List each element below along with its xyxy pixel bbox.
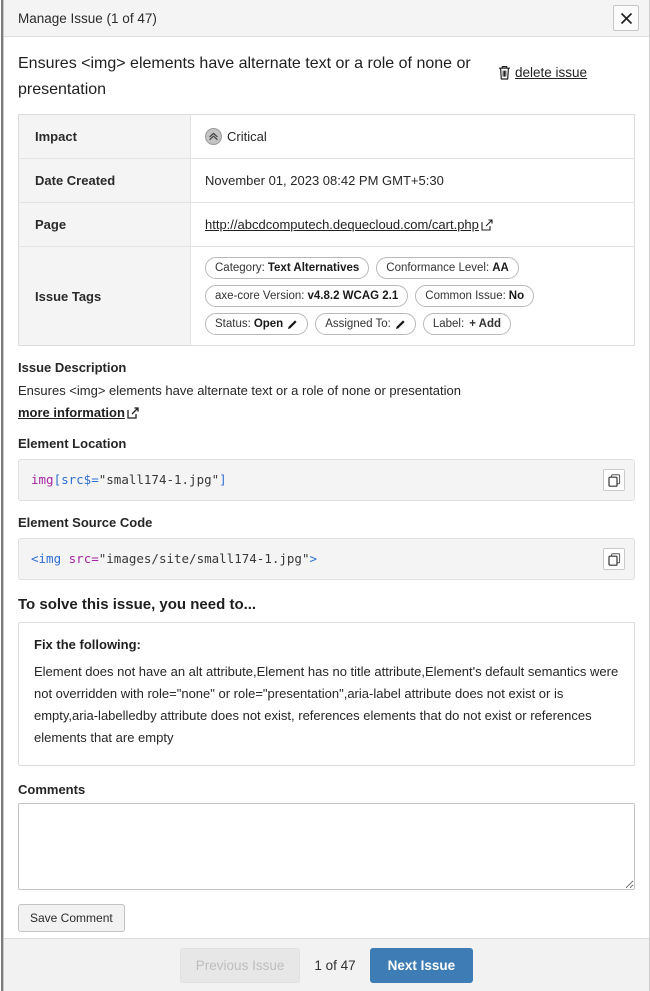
tag-category-label: Category: [215, 262, 265, 275]
more-information-label: more information [18, 405, 125, 421]
issue-detail-table: Impact Critical Date Created November 01… [18, 114, 635, 347]
pencil-glyph [395, 320, 405, 329]
issue-tag-list: Category: Text Alternatives Conformance … [205, 257, 620, 336]
element-location-title: Element Location [18, 436, 127, 452]
tag-common-value: No [508, 290, 525, 303]
issue-description-title: Issue Description [18, 360, 127, 376]
tag-label-add[interactable]: + Add [469, 316, 501, 332]
page-url-link[interactable]: http://abcdcomputech.dequecloud.com/cart… [205, 217, 493, 232]
comments-title: Comments [18, 782, 86, 798]
tag-label-label: Label: [432, 318, 465, 331]
tag-status-label: Status: [215, 318, 251, 331]
pencil-icon[interactable] [395, 319, 406, 330]
copy-icon[interactable] [603, 469, 625, 492]
pencil-glyph [288, 320, 297, 329]
fix-label: Fix the following: [34, 637, 141, 653]
tag-status[interactable]: Status: Open [205, 313, 309, 336]
critical-chevrons-icon [205, 128, 222, 146]
more-information-link[interactable]: more information [18, 405, 139, 420]
previous-issue-button[interactable]: Previous Issue [179, 947, 301, 983]
row-value-issue-tags: Category: Text Alternatives Conformance … [190, 246, 635, 346]
impact-label: Critical [227, 129, 267, 145]
tag-conformance-level[interactable]: Conformance Level: AA [376, 257, 519, 280]
element-location-code: img[src$="small174-1.jpg"] [18, 459, 635, 502]
close-icon[interactable] [613, 5, 639, 31]
code-close: > [309, 551, 317, 567]
close-glyph [620, 12, 632, 24]
code-bracket-open: [ [53, 472, 62, 488]
code-attr: src$= [61, 472, 99, 488]
comments-input[interactable] [18, 803, 635, 891]
page-title: Ensures <img> elements have alternate te… [18, 55, 471, 98]
trash-icon [499, 66, 510, 80]
fix-the-following-box: Fix the following: Element does not have… [18, 622, 635, 767]
tag-common-issue[interactable]: Common Issue: No [415, 285, 535, 308]
tag-assigned-to[interactable]: Assigned To: [315, 313, 416, 336]
modal-header: Manage Issue (1 of 47) [4, 0, 649, 37]
row-value-page: http://abcdcomputech.dequecloud.com/cart… [190, 202, 635, 247]
external-link-icon [481, 219, 493, 231]
chevrons-up-glyph [209, 132, 218, 141]
copy-glyph [607, 473, 620, 487]
tag-conformance-label: Conformance Level: [386, 262, 490, 275]
code-open: <img [31, 551, 69, 567]
table-row-issue-tags: Issue Tags Category: Text Alternatives C… [18, 246, 635, 346]
fix-text: Element does not have an alt attribute,E… [34, 664, 619, 746]
tag-common-label: Common Issue: [425, 290, 506, 303]
pagination-count: 1 of 47 [314, 957, 356, 973]
modal-body: Ensures <img> elements have alternate te… [4, 37, 649, 938]
code-tag: img [31, 472, 54, 488]
delete-issue-label: delete issue [515, 65, 588, 80]
table-row-impact: Impact Critical [18, 114, 635, 159]
pencil-icon[interactable] [287, 319, 298, 330]
tag-conformance-value: AA [492, 262, 509, 275]
row-label-date-created: Date Created [18, 158, 191, 203]
tag-axe-label: axe-core Version: [215, 290, 305, 303]
next-issue-button[interactable]: Next Issue [369, 947, 474, 983]
row-value-impact: Critical [190, 114, 635, 159]
manage-issue-modal: Manage Issue (1 of 47) Ensures <img> ele… [4, 0, 650, 991]
copy-glyph [607, 552, 620, 566]
external-link-icon [127, 407, 139, 419]
modal-title: Manage Issue (1 of 47) [18, 10, 157, 26]
save-comment-button[interactable]: Save Comment [18, 904, 125, 933]
element-source-title: Element Source Code [18, 515, 153, 531]
tag-label[interactable]: Label: + Add [422, 313, 512, 336]
code-string: "small174-1.jpg" [98, 472, 220, 488]
code-bracket-close: ] [219, 472, 227, 488]
tag-status-value: Open [253, 318, 284, 331]
code-attr: src= [68, 551, 99, 567]
issue-description-text: Ensures <img> elements have alternate te… [18, 383, 461, 399]
tag-axe-core-version[interactable]: axe-core Version: v4.8.2 WCAG 2.1 [205, 285, 409, 308]
modal-footer: Previous Issue 1 of 47 Next Issue [4, 938, 649, 991]
issue-head: Ensures <img> elements have alternate te… [18, 37, 635, 112]
code-string: "images/site/small174-1.jpg" [98, 551, 310, 567]
solve-issue-title: To solve this issue, you need to... [18, 596, 257, 614]
element-source-code: <img src="images/site/small174-1.jpg"> [18, 538, 635, 581]
tag-axe-value: v4.8.2 WCAG 2.1 [307, 290, 399, 303]
page-url-text: http://abcdcomputech.dequecloud.com/cart… [205, 217, 479, 233]
tag-assigned-label: Assigned To: [325, 318, 391, 331]
row-label-page: Page [18, 202, 191, 247]
tag-category-value: Text Alternatives [267, 262, 360, 275]
copy-icon[interactable] [603, 548, 625, 571]
delete-issue-button[interactable]: delete issue [498, 65, 587, 80]
table-row-page: Page http://abcdcomputech.dequecloud.com… [18, 202, 635, 247]
table-row-date-created: Date Created November 01, 2023 08:42 PM … [18, 158, 635, 203]
row-value-date-created: November 01, 2023 08:42 PM GMT+5:30 [190, 158, 635, 203]
row-label-issue-tags: Issue Tags [18, 246, 191, 346]
row-label-impact: Impact [18, 114, 191, 159]
tag-category[interactable]: Category: Text Alternatives [205, 257, 370, 280]
